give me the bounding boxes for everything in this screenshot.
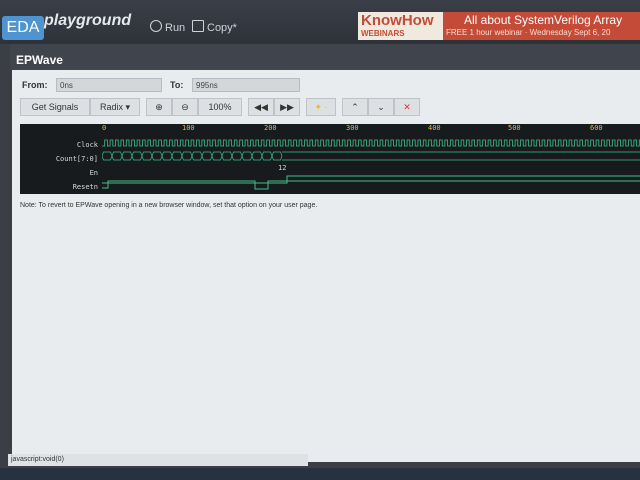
signal-en[interactable]: En xyxy=(90,169,98,177)
status-bar: javascript:void(0) xyxy=(8,454,308,466)
count-bus-segment xyxy=(231,151,243,161)
ruler-tick: 600 xyxy=(590,124,603,132)
count-bus-segment xyxy=(111,151,123,161)
count-bus-segment xyxy=(211,151,223,161)
copy-label: Copy* xyxy=(207,22,237,34)
eda-logo[interactable]: EDA xyxy=(2,16,44,40)
count-bus-trace xyxy=(102,151,640,161)
note-text: Note: To revert to EPWave opening in a n… xyxy=(20,202,318,209)
ruler-tick: 0 xyxy=(102,124,107,132)
to-field[interactable]: 995ns xyxy=(192,78,300,92)
count-bus-segment xyxy=(121,151,133,161)
knowhow-brand: KnowHow WEBINARS xyxy=(358,12,443,40)
webinars-label: WEBINARS xyxy=(361,29,405,38)
signal-count[interactable]: Count[7:0] xyxy=(56,155,98,163)
wave-traces: 12 xyxy=(102,139,640,190)
from-field[interactable]: 0ns xyxy=(56,78,162,92)
copy-icon xyxy=(192,20,204,32)
banner-headline: All about SystemVerilog Array xyxy=(464,13,623,27)
next-edge-button[interactable]: ▶▶ xyxy=(274,98,300,116)
zoom-out-button[interactable]: ⊖ xyxy=(172,98,198,116)
to-label: To: xyxy=(170,80,184,90)
radix-dropdown[interactable]: Radix ▾ xyxy=(90,98,140,116)
count-bus-segment xyxy=(251,151,263,161)
count-bus-segment xyxy=(102,151,113,161)
knowhow-brand-text: KnowHow xyxy=(361,12,434,29)
signal-names: Clock Count[7:0] En Resetn xyxy=(20,124,102,194)
top-bar: EDA playground Run Copy* KnowHow WEBINAR… xyxy=(0,0,640,44)
webinar-banner[interactable]: KnowHow WEBINARS All about SystemVerilog… xyxy=(358,12,640,40)
panel-title: EPWave xyxy=(10,44,640,70)
count-bus-segment xyxy=(241,151,253,161)
resetn-trace xyxy=(102,180,640,190)
prev-edge-button[interactable]: ◀◀ xyxy=(248,98,274,116)
count-bus-segment xyxy=(161,151,173,161)
cursor-button[interactable]: ✦ · xyxy=(306,98,336,116)
time-ruler: 0 100 200 300 400 500 600 xyxy=(102,124,640,136)
range-row: From: 0ns To: 995ns xyxy=(12,78,640,94)
from-label: From: xyxy=(22,80,48,90)
zoom-level-button[interactable]: 100% xyxy=(198,98,242,116)
count-bus-segment xyxy=(221,151,233,161)
count-bus-segment xyxy=(261,151,273,161)
en-trace xyxy=(102,175,640,184)
count-bus-segment xyxy=(171,151,183,161)
count-bus-segment xyxy=(181,151,193,161)
ruler-tick: 100 xyxy=(182,124,195,132)
run-button[interactable]: Run xyxy=(150,18,185,38)
count-last-value: 12 xyxy=(278,164,286,172)
ruler-tick: 300 xyxy=(346,124,359,132)
count-bus-segment xyxy=(191,151,203,161)
os-taskbar xyxy=(0,468,640,480)
count-bus-segment xyxy=(141,151,153,161)
ruler-tick: 200 xyxy=(264,124,277,132)
epwave-panel: From: 0ns To: 995ns Get Signals Radix ▾ … xyxy=(12,70,640,462)
run-label: Run xyxy=(165,22,186,34)
get-signals-button[interactable]: Get Signals xyxy=(20,98,90,116)
count-bus-segment xyxy=(201,151,213,161)
banner-subline: FREE 1 hour webinar · Wednesday Sept 6, … xyxy=(446,28,611,37)
delete-signal-button[interactable]: ✕ xyxy=(394,98,420,116)
count-bus-segment xyxy=(131,151,143,161)
copy-button[interactable]: Copy* xyxy=(192,18,237,38)
ruler-tick: 500 xyxy=(508,124,521,132)
signal-resetn[interactable]: Resetn xyxy=(73,183,98,191)
count-bus-tail xyxy=(282,151,640,161)
waveform-viewer[interactable]: Clock Count[7:0] En Resetn 0 100 200 300… xyxy=(20,124,640,194)
zoom-in-button[interactable]: ⊕ xyxy=(146,98,172,116)
ruler-tick: 400 xyxy=(428,124,441,132)
clock-trace xyxy=(102,139,640,147)
move-up-button[interactable]: ⌃ xyxy=(342,98,368,116)
play-icon xyxy=(150,20,162,32)
signal-clock[interactable]: Clock xyxy=(77,141,98,149)
move-down-button[interactable]: ⌄ xyxy=(368,98,394,116)
playground-logo-text[interactable]: playground xyxy=(44,12,131,30)
count-bus-segment xyxy=(151,151,163,161)
count-bus-segment xyxy=(271,151,283,161)
